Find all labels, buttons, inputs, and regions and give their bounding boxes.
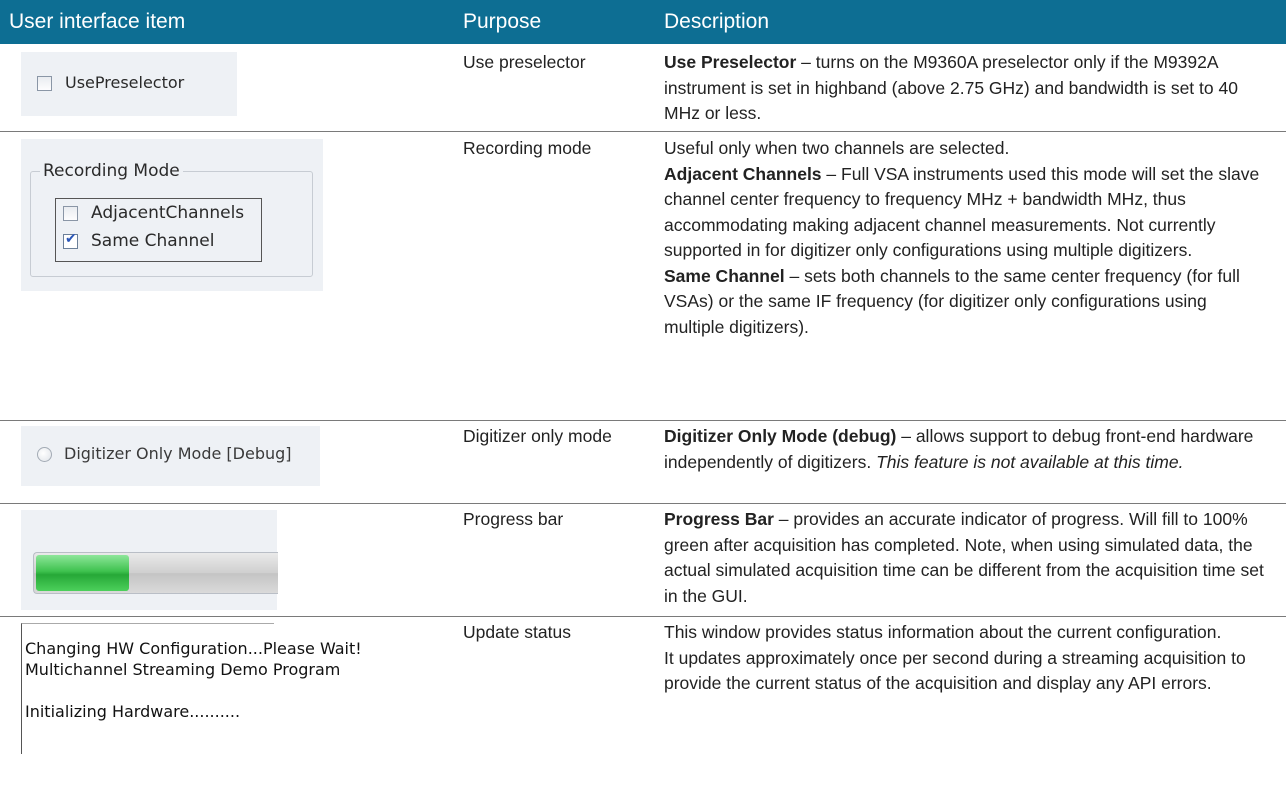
description-recording-mode: Useful only when two channels are select… — [664, 138, 1260, 337]
recording-mode-group-title: Recording Mode — [40, 162, 183, 180]
status-window-text: Changing HW Configuration...Please Wait!… — [25, 638, 395, 722]
description-use-preselector: Use Preselector – turns on the M9360A pr… — [664, 52, 1238, 123]
row-divider — [0, 420, 1286, 421]
purpose-recording-mode: Recording mode — [463, 138, 592, 158]
description-progress-bar: Progress Bar – provides an accurate indi… — [664, 509, 1264, 606]
same-channel-checkbox[interactable] — [63, 231, 78, 249]
purpose-progress-bar: Progress bar — [463, 509, 564, 529]
usepreselector-screenshot: UsePreselector — [21, 52, 237, 116]
table-header: User interface item Purpose Description — [0, 0, 1286, 44]
purpose-digitizer-only: Digitizer only mode — [463, 426, 612, 446]
usepreselector-checkbox[interactable] — [37, 76, 52, 91]
description-update-status: This window provides status information … — [664, 622, 1246, 693]
row-divider — [0, 503, 1286, 504]
digitizer-only-label: Digitizer Only Mode [Debug] — [64, 444, 292, 463]
description-digitizer-only: Digitizer Only Mode (debug) – allows sup… — [664, 426, 1254, 472]
header-description: Description — [664, 10, 770, 33]
status-line: Changing HW Configuration...Please Wait! — [25, 639, 362, 658]
purpose-use-preselector: Use preselector — [463, 52, 586, 72]
purpose-update-status: Update status — [463, 622, 571, 642]
adjacent-channels-label: AdjacentChannels — [91, 203, 245, 223]
recording-mode-screenshot: Recording Mode AdjacentChannels Same Cha… — [21, 139, 323, 291]
progress-bar-screenshot — [21, 510, 278, 610]
row-divider — [0, 131, 1286, 132]
same-channel-label: Same Channel — [91, 231, 215, 251]
status-line: Initializing Hardware.......... — [25, 702, 241, 721]
header-ui-item: User interface item — [9, 10, 186, 33]
progress-bar — [33, 552, 278, 594]
header-purpose: Purpose — [463, 10, 542, 33]
usepreselector-label: UsePreselector — [65, 73, 185, 92]
status-line — [25, 680, 395, 701]
digitizer-only-screenshot: Digitizer Only Mode [Debug] — [21, 426, 320, 486]
progress-bar-fill — [36, 555, 129, 591]
adjacent-channels-checkbox[interactable] — [63, 206, 78, 221]
digitizer-only-radio[interactable] — [37, 447, 52, 462]
status-line: Multichannel Streaming Demo Program — [25, 660, 341, 679]
row-divider — [0, 616, 1286, 617]
